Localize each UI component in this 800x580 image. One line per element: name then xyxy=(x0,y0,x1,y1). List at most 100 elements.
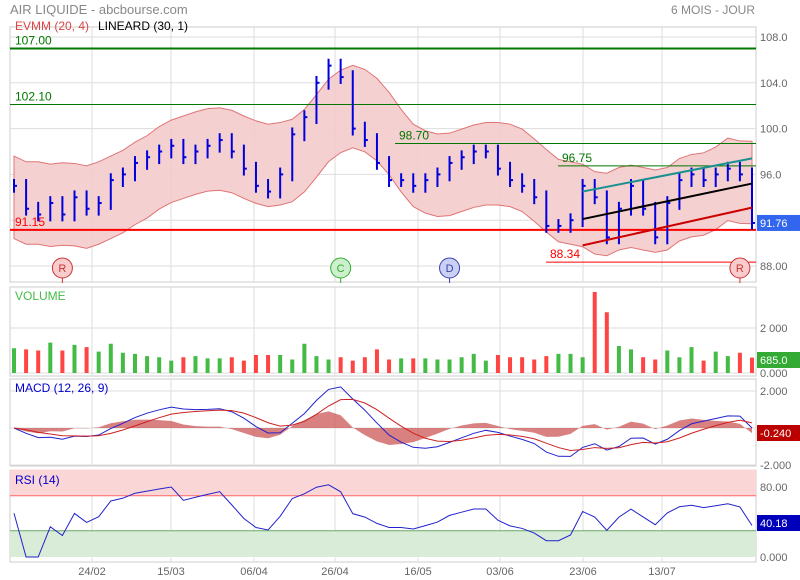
level-label: 96.75 xyxy=(562,151,592,165)
x-tick-label: 26/04 xyxy=(321,566,349,578)
volume-bar xyxy=(459,357,464,373)
last-rsi-value: 40.18 xyxy=(760,518,788,530)
volume-bar xyxy=(60,350,65,373)
evmm-envelope xyxy=(13,64,753,257)
volume-bar xyxy=(48,342,53,373)
rsi-overbought-zone xyxy=(10,469,756,496)
volume-bar xyxy=(241,360,246,373)
volume-bar xyxy=(290,359,295,373)
volume-bar xyxy=(181,357,186,373)
lineard-legend: LINEARD (30, 1) xyxy=(98,19,188,33)
volume-bar xyxy=(132,353,137,373)
volume-bar xyxy=(374,349,379,373)
macd-tick-label: 2.000 xyxy=(760,386,788,398)
stock-chart: AIR LIQUIDE - abcbourse.com 6 MOIS - JOU… xyxy=(0,0,800,580)
chart-svg: AIR LIQUIDE - abcbourse.com 6 MOIS - JOU… xyxy=(9,2,800,578)
rsi-tick-label: 80.00 xyxy=(760,482,788,494)
volume-bar xyxy=(423,358,428,373)
rsi-tick-label: 0.000 xyxy=(760,552,788,564)
price-panel: 107.00 102.10 98.70 96.75 91.15 88.34 R C D R 91.7… xyxy=(10,33,800,283)
volume-bar xyxy=(641,357,646,373)
chart-title: AIR LIQUIDE - abcbourse.com xyxy=(10,2,188,17)
volume-bar xyxy=(120,352,125,373)
volume-bar xyxy=(629,349,634,373)
volume-bar xyxy=(84,347,89,373)
volume-bar xyxy=(217,358,222,373)
volume-bar xyxy=(737,352,742,373)
volume-bar xyxy=(471,353,476,373)
level-label: 107.00 xyxy=(15,33,52,47)
volume-bar xyxy=(72,344,77,373)
volume-bar xyxy=(362,357,367,373)
volume-bar xyxy=(205,358,210,373)
volume-tick-label: 0.000 xyxy=(760,368,788,380)
last-volume-value: 685.0 xyxy=(760,355,788,367)
x-tick-label: 06/04 xyxy=(240,566,268,578)
volume-bar xyxy=(435,359,440,373)
volume-bar xyxy=(411,358,416,373)
last-macd-value: -0.240 xyxy=(760,428,791,440)
volume-bar xyxy=(169,360,174,373)
volume-bar xyxy=(592,292,597,373)
volume-bar xyxy=(520,357,525,373)
volume-bar xyxy=(580,357,585,373)
volume-bar xyxy=(145,356,150,373)
signal-label: C xyxy=(337,263,345,275)
price-tick-label: 88.00 xyxy=(760,261,788,273)
volume-bar xyxy=(653,359,658,373)
volume-bar xyxy=(266,355,271,373)
volume-bar xyxy=(314,356,319,373)
price-tick-label: 96.0 xyxy=(760,169,781,181)
volume-bar xyxy=(483,360,488,373)
rsi-panel: 80.00 0.000 40.18 xyxy=(10,469,800,564)
price-tick-label: 100.0 xyxy=(760,124,788,136)
volume-bar xyxy=(302,343,307,373)
volume-tick-label: 2 000 xyxy=(760,323,788,335)
volume-bar xyxy=(713,351,718,373)
last-price-value: 91.76 xyxy=(760,218,788,230)
volume-bar xyxy=(108,343,113,373)
volume-bar xyxy=(193,356,198,373)
volume-bar xyxy=(96,351,101,373)
macd-panel: 2.000 -2.000 -0.240 xyxy=(10,386,800,472)
volume-bar xyxy=(157,357,162,373)
volume-bar xyxy=(556,353,561,373)
volume-bar xyxy=(508,357,513,373)
volume-bar xyxy=(399,358,404,373)
level-label: 91.15 xyxy=(15,215,45,229)
volume-bar xyxy=(350,360,355,373)
volume-bar xyxy=(447,359,452,373)
volume-bar xyxy=(495,355,500,373)
volume-bar xyxy=(544,356,549,373)
signal-label: D xyxy=(446,263,454,275)
volume-panel: 2 000 0.000685.0 xyxy=(10,292,800,380)
evmm-legend: EVMM (20, 4) xyxy=(15,19,89,33)
volume-bar xyxy=(689,347,694,373)
volume-bar xyxy=(665,350,670,373)
period-label[interactable]: 6 MOIS - JOUR xyxy=(671,3,755,17)
volume-label: VOLUME xyxy=(15,289,66,303)
x-tick-label: 03/06 xyxy=(486,566,514,578)
price-tick-label: 104.0 xyxy=(760,78,788,90)
volume-bar xyxy=(12,348,16,373)
volume-bar xyxy=(604,312,609,373)
volume-bar xyxy=(387,359,392,373)
volume-bar xyxy=(338,357,343,373)
x-tick-label: 23/06 xyxy=(569,566,597,578)
volume-bar xyxy=(568,353,573,373)
rsi-label: RSI (14) xyxy=(15,473,60,487)
volume-bar xyxy=(677,357,682,373)
macd-label: MACD (12, 26, 9) xyxy=(15,381,108,395)
volume-bar xyxy=(532,359,537,373)
x-tick-label: 24/02 xyxy=(78,566,106,578)
x-tick-label: 13/07 xyxy=(648,566,676,578)
volume-bar xyxy=(229,357,234,373)
signal-label: R xyxy=(58,263,66,275)
volume-bar xyxy=(36,350,41,373)
level-label: 88.34 xyxy=(550,247,580,261)
level-label: 102.10 xyxy=(15,90,52,104)
price-tick-label: 108.0 xyxy=(760,32,788,44)
macd-tick-label: -2.000 xyxy=(760,460,791,472)
volume-bar xyxy=(253,355,258,373)
volume-bar xyxy=(326,359,331,373)
